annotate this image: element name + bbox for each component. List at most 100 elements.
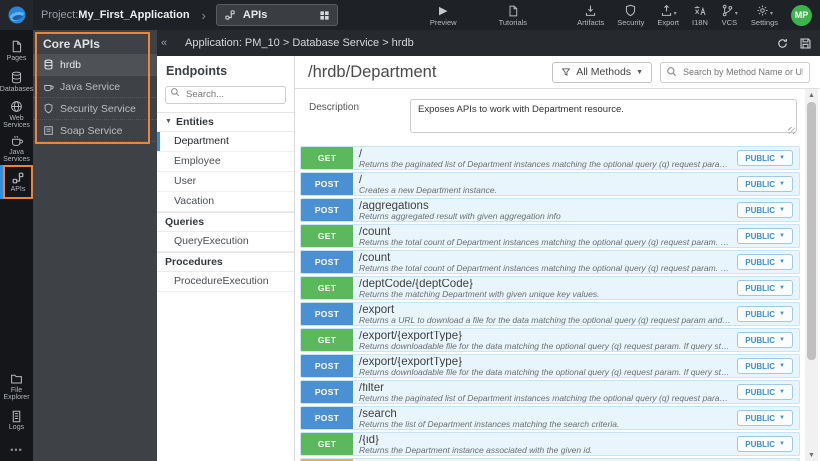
api-row[interactable]: POST/count Returns the total count of Dep… (300, 250, 800, 274)
api-description: Returns the paginated list of Department… (359, 394, 731, 403)
endpoint-item-procedureexecution[interactable]: ProcedureExecution (157, 272, 294, 292)
user-avatar[interactable]: MP (791, 4, 812, 26)
access-dropdown[interactable]: PUBLIC ▼ (737, 228, 793, 244)
access-label: PUBLIC (745, 283, 776, 293)
access-dropdown[interactable]: PUBLIC ▼ (737, 280, 793, 296)
tab-apis[interactable]: APIs (215, 4, 338, 26)
api-row[interactable]: GET/{id} Returns the Department instance … (300, 432, 800, 456)
caret-down-icon: ▼ (779, 207, 785, 213)
endpoint-item-employee[interactable]: Employee (157, 152, 294, 172)
i18n-button[interactable]: I18N (692, 4, 708, 27)
settings-button[interactable]: ▾ Settings (751, 4, 778, 27)
methods-filter-label: All Methods (576, 66, 632, 78)
preview-label: Preview (429, 17, 457, 27)
scroll-up-arrow[interactable]: ▲ (808, 89, 815, 101)
api-row[interactable]: GET/deptCode/{deptCode} Returns the match… (300, 276, 800, 300)
access-dropdown[interactable]: PUBLIC ▼ (737, 150, 793, 166)
api-row[interactable]: POST/export Returns a URL to download a f… (300, 302, 800, 326)
access-dropdown[interactable]: PUBLIC ▼ (737, 410, 793, 426)
api-path: /aggregations (359, 201, 429, 212)
breadcrumb: Application: PM_10 > Database Service > … (185, 37, 414, 49)
endpoint-item-department[interactable]: Department (157, 131, 294, 152)
endpoint-item-queryexecution[interactable]: QueryExecution (157, 232, 294, 252)
service-item-label: hrdb (60, 58, 82, 71)
api-row[interactable]: POST/filter Returns the paginated list of… (300, 380, 800, 404)
security-button[interactable]: Security (617, 4, 644, 27)
sidebar-item-pages[interactable]: Pages (0, 35, 33, 66)
api-info: / Creates a new Department instance. (353, 173, 737, 195)
service-item-java-service[interactable]: Java Service (33, 76, 157, 98)
access-dropdown[interactable]: PUBLIC ▼ (737, 436, 793, 452)
project-label: Project:My_First_Application (41, 9, 190, 21)
preview-button[interactable]: ▶ Preview (430, 4, 457, 27)
access-dropdown[interactable]: PUBLIC ▼ (737, 254, 793, 270)
access-dropdown[interactable]: PUBLIC ▼ (737, 384, 793, 400)
scrollbar-thumb[interactable] (807, 102, 816, 360)
api-row[interactable]: GET / Returns the paginated list of Depart… (300, 146, 800, 170)
folder-icon (10, 372, 23, 386)
api-path: / (359, 149, 363, 160)
play-icon: ▶ (439, 4, 448, 17)
access-dropdown[interactable]: PUBLIC ▼ (737, 306, 793, 322)
endpoints-section-queries[interactable]: Queries (157, 211, 294, 232)
endpoints-search-input[interactable] (165, 85, 286, 104)
resize-grip[interactable] (788, 127, 795, 134)
api-row[interactable]: GET/export/{exportType} Returns downloada… (300, 328, 800, 352)
wave-logo-icon (8, 6, 25, 24)
search-icon (170, 87, 180, 97)
scroll-down-arrow[interactable]: ▼ (808, 449, 815, 461)
upload-tray-icon: ▾ (660, 4, 677, 17)
sidebar-item-logs[interactable]: Logs (0, 403, 33, 437)
sidebar-item-label: APIs (10, 186, 26, 193)
collapse-panel-icon[interactable]: « (157, 37, 171, 49)
caret-down-icon: ▼ (779, 233, 785, 239)
access-dropdown[interactable]: PUBLIC ▼ (737, 202, 793, 218)
sidebar-item-java-services[interactable]: Java Services (0, 131, 33, 165)
refresh-icon[interactable] (776, 37, 789, 50)
methods-filter-dropdown[interactable]: All Methods ▼ (552, 61, 652, 83)
section-label: Procedures (165, 255, 223, 268)
api-icon (11, 171, 25, 185)
service-item-security-service[interactable]: Security Service (33, 98, 157, 120)
grid-menu-icon[interactable] (319, 10, 330, 21)
api-row[interactable]: GET/count Returns the total count of Depa… (300, 224, 800, 248)
description-textarea[interactable]: Exposes APIs to work with Department res… (410, 99, 797, 133)
vcs-button[interactable]: ▾ VCS (721, 4, 738, 27)
endpoint-item-user[interactable]: User (157, 172, 294, 192)
sidebar-item-file-explorer[interactable]: File Explorer (0, 369, 33, 403)
artifacts-label: Artifacts (577, 17, 605, 27)
endpoints-section-procedures[interactable]: Procedures (157, 251, 294, 272)
method-search-input[interactable] (660, 61, 810, 83)
page-title: /hrdb/Department (308, 62, 437, 81)
api-row[interactable]: POST / Creates a new Department instance. P… (300, 172, 800, 196)
endpoint-item-label: User (174, 175, 197, 187)
service-item-soap-service[interactable]: Soap Service (33, 120, 157, 142)
api-row[interactable]: POST/search Returns the list of Departmen… (300, 406, 800, 430)
wavemaker-logo[interactable] (0, 0, 33, 30)
access-label: PUBLIC (745, 413, 776, 423)
access-dropdown[interactable]: PUBLIC ▼ (737, 176, 793, 192)
artifacts-button[interactable]: Artifacts (577, 4, 604, 27)
chevron-right-icon[interactable]: › (202, 8, 206, 23)
api-row[interactable]: POST/export/{exportType} Returns download… (300, 354, 800, 378)
sidebar-item-apis[interactable]: APIs (0, 165, 33, 199)
tutorials-button[interactable]: Tutorials (499, 4, 527, 27)
filter-icon (561, 68, 571, 76)
sidebar-item-databases[interactable]: Databases (0, 66, 33, 97)
shield-icon (624, 4, 637, 17)
api-row[interactable]: POST/aggregations Returns aggregated resu… (300, 198, 800, 222)
service-item-label: Java Service (60, 80, 121, 93)
export-button[interactable]: ▾ Export (657, 4, 679, 27)
access-dropdown[interactable]: PUBLIC ▼ (737, 332, 793, 348)
service-item-hrdb[interactable]: hrdb (33, 54, 157, 76)
save-icon[interactable] (799, 37, 812, 50)
sidebar-item-web-services[interactable]: Web Services (0, 97, 33, 131)
main-panel: /hrdb/Department All Methods ▼ Search by… (295, 56, 820, 461)
project-prefix: Project: (41, 9, 79, 21)
vertical-scrollbar[interactable]: ▲ ▼ (805, 89, 818, 461)
more-options-button[interactable]: ••• (0, 437, 33, 461)
database-icon (10, 71, 23, 85)
endpoint-item-vacation[interactable]: Vacation (157, 192, 294, 212)
access-dropdown[interactable]: PUBLIC ▼ (737, 358, 793, 374)
endpoints-section-entities[interactable]: ▼ Entities (157, 111, 294, 132)
